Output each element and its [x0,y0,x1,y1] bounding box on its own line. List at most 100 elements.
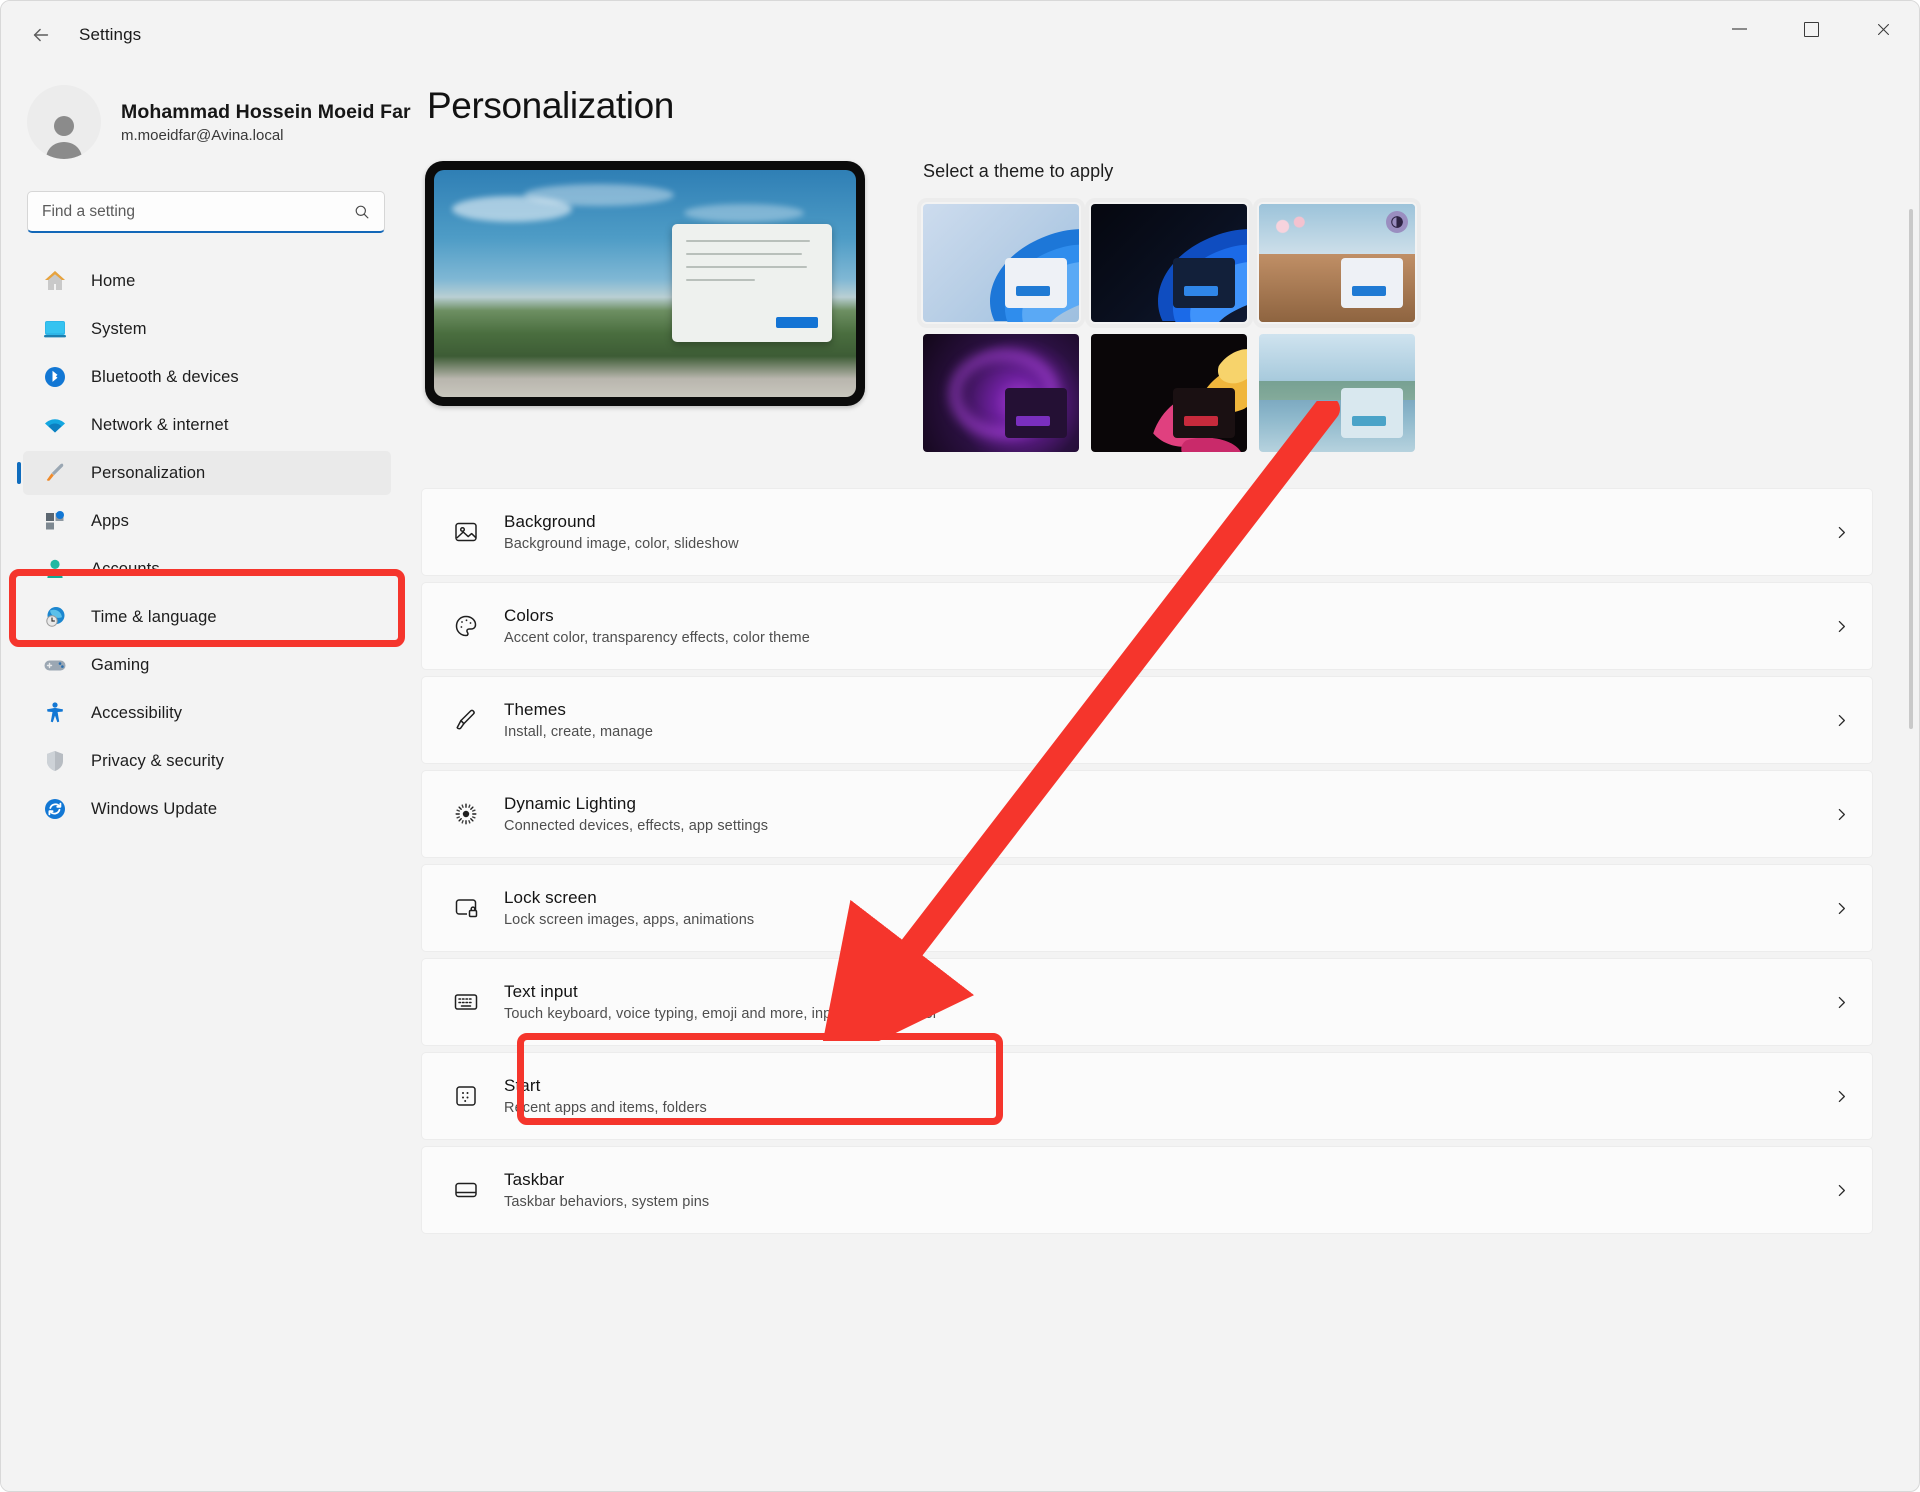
taskbar-icon [448,1176,484,1204]
sidebar-item-windows-update[interactable]: Windows Update [23,787,391,831]
settings-row-text: Colors Accent color, transparency effect… [504,606,1833,646]
theme-tile-windows-light-bloom[interactable] [923,204,1079,322]
home-icon [41,267,69,295]
chevron-right-icon [1833,1088,1850,1105]
wifi-icon [41,411,69,439]
settings-row-start[interactable]: Start Recent apps and items, folders [421,1052,1873,1140]
sidebar-item-label: Accounts [91,560,160,579]
gamepad-icon [41,651,69,679]
sidebar-item-label: Time & language [91,608,217,627]
theme-picker: Select a theme to apply [923,161,1415,452]
chevron-right-icon [1833,618,1850,635]
sidebar-item-home[interactable]: Home [23,259,391,303]
back-button[interactable] [19,13,63,57]
cloud-shape [684,204,804,222]
sidebar-item-privacy-security[interactable]: Privacy & security [23,739,391,783]
accessibility-person-icon [41,699,69,727]
theme-mini-window [1005,388,1067,438]
theme-tile-blossom-landscape[interactable] [1259,204,1415,322]
settings-row-title: Taskbar [504,1170,1833,1190]
maximize-icon [1804,22,1819,37]
sidebar-item-label: Privacy & security [91,752,224,771]
start-menu-icon [448,1082,484,1110]
settings-row-subtitle: Touch keyboard, voice typing, emoji and … [504,1006,1833,1022]
chevron-right-icon [1833,900,1850,917]
preview-window-card [672,224,832,342]
settings-row-text: Taskbar Taskbar behaviors, system pins [504,1170,1833,1210]
sidebar-item-accessibility[interactable]: Accessibility [23,691,391,735]
window-controls [1703,1,1919,57]
sidebar: Mohammad Hossein Moeid Far m.moeidfar@Av… [1,69,421,1491]
sidebar-item-network[interactable]: Network & internet [23,403,391,447]
sidebar-item-accounts[interactable]: Accounts [23,547,391,591]
update-refresh-icon [41,795,69,823]
system-monitor-icon [41,315,69,343]
settings-row-subtitle: Install, create, manage [504,724,1833,740]
sidebar-item-system[interactable]: System [23,307,391,351]
maximize-button[interactable] [1775,1,1847,57]
sidebar-item-label: Gaming [91,656,149,675]
settings-row-text: Themes Install, create, manage [504,700,1833,740]
settings-row-text-input[interactable]: Text input Touch keyboard, voice typing,… [421,958,1873,1046]
minimize-button[interactable] [1703,1,1775,57]
theme-tile-lake-landscape[interactable] [1259,334,1415,452]
clock-globe-icon [41,603,69,631]
settings-row-background[interactable]: Background Background image, color, slid… [421,488,1873,576]
settings-row-text: Lock screen Lock screen images, apps, an… [504,888,1833,928]
sidebar-item-label: Home [91,272,135,291]
profile-name: Mohammad Hossein Moeid Far [121,101,411,124]
sidebar-item-apps[interactable]: Apps [23,499,391,543]
profile-text: Mohammad Hossein Moeid Far m.moeidfar@Av… [121,101,411,144]
sidebar-item-label: Windows Update [91,800,217,819]
settings-list: Background Background image, color, slid… [421,488,1919,1234]
sidebar-item-label: Accessibility [91,704,182,723]
settings-row-colors[interactable]: Colors Accent color, transparency effect… [421,582,1873,670]
sidebar-item-gaming[interactable]: Gaming [23,643,391,687]
settings-row-text: Start Recent apps and items, folders [504,1076,1833,1116]
bluetooth-icon [41,363,69,391]
preview-screen [434,170,856,397]
chevron-right-icon [1833,712,1850,729]
lock-screen-icon [448,894,484,922]
settings-row-lock-screen[interactable]: Lock screen Lock screen images, apps, an… [421,864,1873,952]
search-input[interactable]: Find a setting [27,191,385,233]
theme-tile-windows-dark-bloom[interactable] [1091,204,1247,322]
sidebar-item-bluetooth[interactable]: Bluetooth & devices [23,355,391,399]
close-icon [1875,21,1892,38]
user-profile[interactable]: Mohammad Hossein Moeid Far m.moeidfar@Av… [1,69,421,159]
paintbrush-outline-icon [448,706,484,734]
vertical-scrollbar[interactable] [1909,209,1913,729]
sidebar-item-time-language[interactable]: Time & language [23,595,391,639]
chevron-right-icon [1833,524,1850,541]
themes-heading: Select a theme to apply [923,161,1415,182]
theme-tile-flower-abstract-dark[interactable] [1091,334,1247,452]
theme-mini-window [1341,388,1403,438]
theme-mini-window [1005,258,1067,308]
cloud-shape [524,184,674,206]
apps-grid-icon [41,507,69,535]
theme-tile-purple-glow-dark[interactable] [923,334,1079,452]
sidebar-item-personalization[interactable]: Personalization [23,451,391,495]
settings-row-title: Colors [504,606,1833,626]
preview-accent-button [776,317,818,328]
settings-row-dynamic-lighting[interactable]: Dynamic Lighting Connected devices, effe… [421,770,1873,858]
settings-row-title: Start [504,1076,1833,1096]
settings-row-themes[interactable]: Themes Install, create, manage [421,676,1873,764]
sidebar-nav: Home System Bluetooth & devices Network … [1,259,421,831]
settings-row-title: Background [504,512,1833,532]
paintbrush-icon [41,459,69,487]
settings-row-text: Text input Touch keyboard, voice typing,… [504,982,1833,1022]
settings-row-subtitle: Accent color, transparency effects, colo… [504,630,1833,646]
picture-icon [448,518,484,546]
sidebar-item-label: System [91,320,147,339]
contrast-theme-icon [1386,211,1408,233]
close-button[interactable] [1847,1,1919,57]
settings-row-taskbar[interactable]: Taskbar Taskbar behaviors, system pins [421,1146,1873,1234]
settings-row-subtitle: Lock screen images, apps, animations [504,912,1833,928]
blossom-graphic [1267,212,1319,248]
preview-and-themes: Select a theme to apply [421,161,1919,452]
search-icon [353,203,370,220]
theme-mini-window [1341,258,1403,308]
avatar [27,85,101,159]
sidebar-item-label: Bluetooth & devices [91,368,239,387]
